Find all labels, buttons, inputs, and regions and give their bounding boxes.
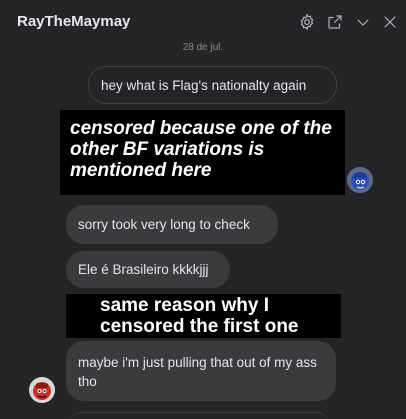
chevron-down-icon[interactable] xyxy=(353,12,373,32)
message-text: maybe i'm just pulling that out of my as… xyxy=(78,355,317,389)
message-bubble-incoming[interactable]: maybe i'm just pulling that out of my as… xyxy=(66,341,336,401)
chat-header: RayTheMaymay xyxy=(0,0,406,44)
partial-message-bubble xyxy=(68,412,330,419)
date-separator: 28 de jul. xyxy=(182,42,224,53)
popout-icon[interactable] xyxy=(325,12,345,32)
censor-overlay: censored because one of the other BF var… xyxy=(60,110,345,195)
chat-title[interactable]: RayTheMaymay xyxy=(17,13,130,30)
message-text: hey what is Flag's nationalty again xyxy=(101,77,307,93)
message-text: sorry took very long to check xyxy=(78,217,250,232)
message-text: Ele é Brasileiro kkkkjjj xyxy=(78,262,209,277)
avatar[interactable] xyxy=(347,167,373,193)
message-bubble-outgoing[interactable]: hey what is Flag's nationalty again xyxy=(88,66,337,104)
censor-overlay: same reason why I censored the first one xyxy=(66,294,341,338)
avatar[interactable] xyxy=(29,377,55,403)
censor-caption: censored because one of the other BF var… xyxy=(70,118,332,181)
message-bubble-incoming[interactable]: Ele é Brasileiro kkkkjjj xyxy=(66,251,230,288)
message-bubble-incoming[interactable]: sorry took very long to check xyxy=(66,205,278,244)
close-icon[interactable] xyxy=(380,12,400,32)
gear-icon[interactable] xyxy=(297,12,317,32)
censor-caption: same reason why I censored the first one xyxy=(100,295,299,337)
